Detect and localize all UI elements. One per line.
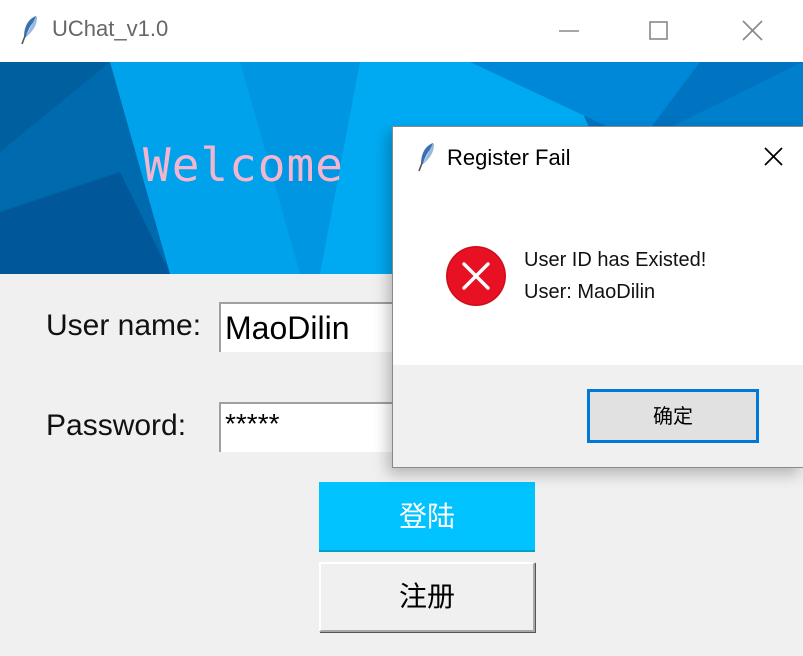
- dialog-title: Register Fail: [447, 145, 571, 170]
- main-titlebar[interactable]: UChat_v1.0: [0, 0, 803, 62]
- dialog-body: User ID has Existed! User: MaoDilin: [393, 189, 803, 365]
- login-button[interactable]: 登陆: [319, 482, 535, 552]
- minimize-icon: [559, 30, 579, 32]
- feather-icon: [21, 16, 37, 45]
- maximize-button[interactable]: [628, 0, 690, 62]
- password-field[interactable]: *****: [219, 402, 419, 452]
- username-field[interactable]: MaoDilin: [219, 302, 419, 352]
- close-icon: [742, 20, 763, 41]
- register-fail-dialog: Register Fail User ID has Existed! User:…: [392, 126, 803, 468]
- window-title: UChat_v1.0: [52, 16, 169, 41]
- close-button[interactable]: [721, 0, 783, 62]
- dialog-close-button[interactable]: [745, 127, 803, 189]
- username-label: User name:: [46, 309, 202, 342]
- feather-icon: [418, 143, 434, 172]
- dialog-titlebar[interactable]: Register Fail: [393, 127, 803, 189]
- welcome-text: Welcome: [143, 138, 344, 192]
- password-label: Password:: [46, 409, 187, 442]
- dialog-message-line2: User: MaoDilin: [524, 281, 656, 303]
- close-icon: [764, 147, 783, 166]
- error-icon: [446, 246, 506, 306]
- maximize-icon: [649, 21, 668, 40]
- minimize-button[interactable]: [538, 0, 600, 62]
- dialog-message-line1: User ID has Existed!: [524, 249, 707, 271]
- ok-button[interactable]: 确定: [587, 389, 759, 443]
- register-button[interactable]: 注册: [319, 562, 535, 632]
